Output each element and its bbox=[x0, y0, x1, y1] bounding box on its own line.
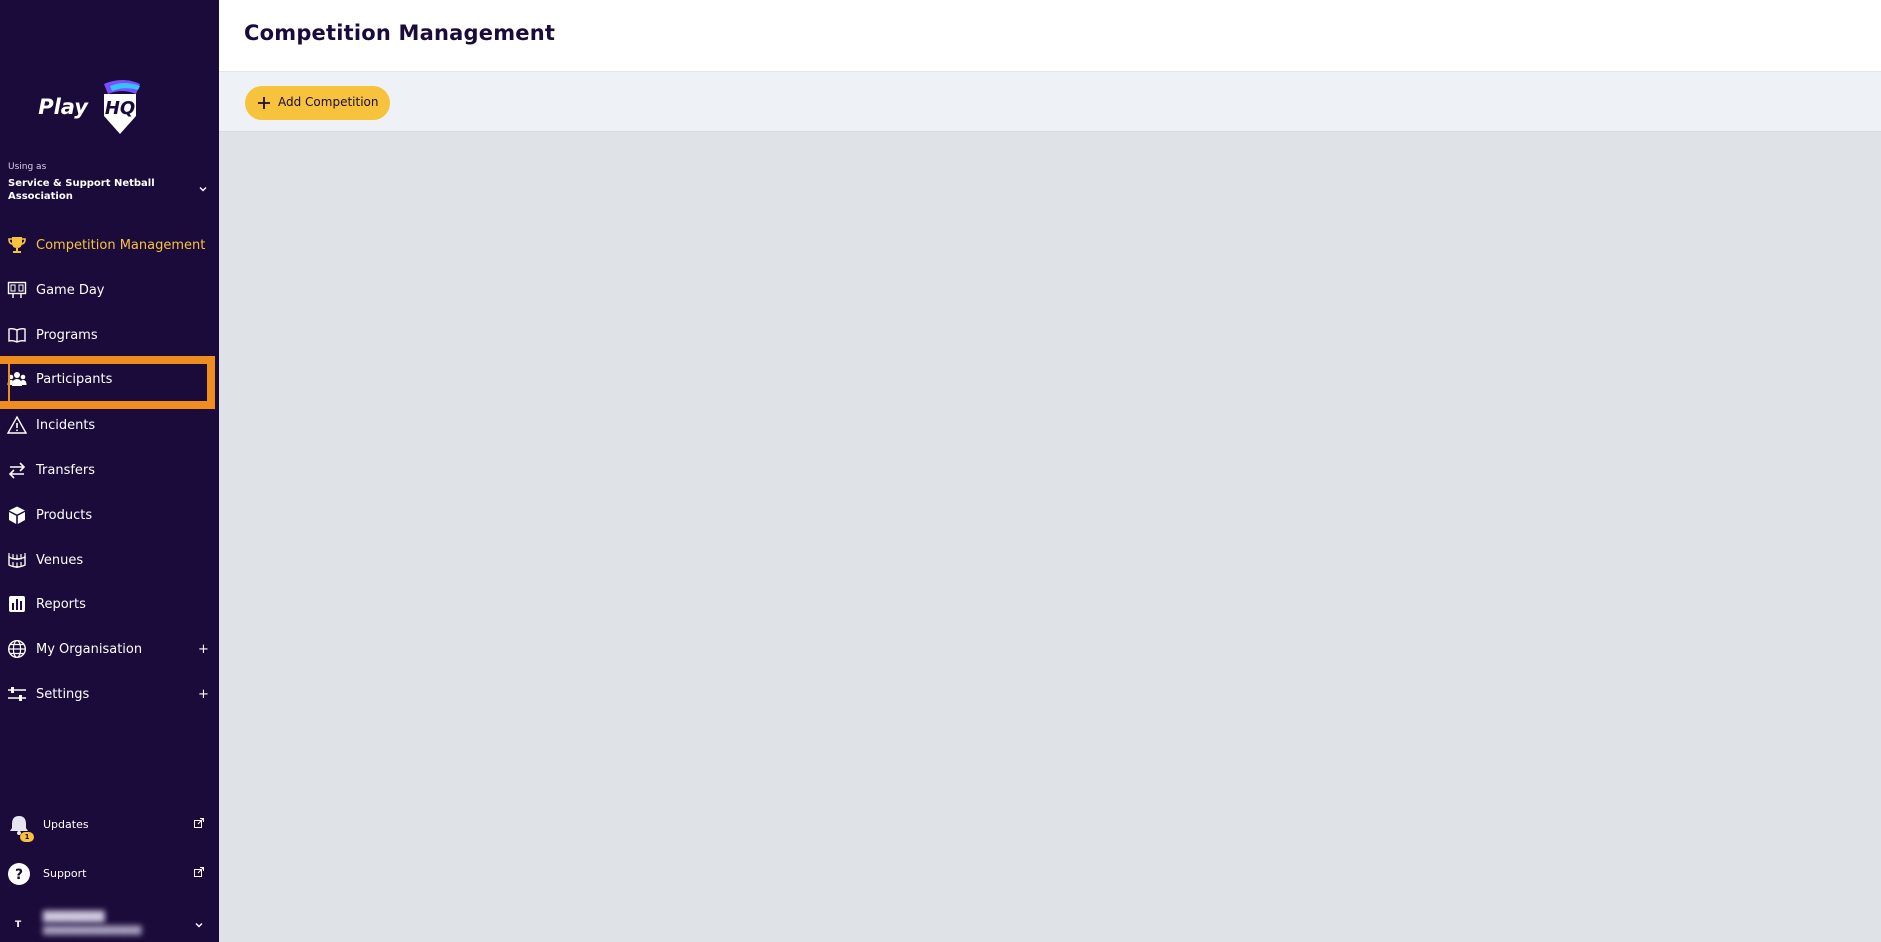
warning-icon bbox=[7, 415, 27, 435]
help-icon: ? bbox=[8, 863, 30, 885]
sidebar-item-programs[interactable]: Programs bbox=[0, 315, 219, 355]
sidebar-item-competition-management[interactable]: Competition Management bbox=[0, 225, 219, 265]
sidebar-item-transfers[interactable]: Transfers bbox=[0, 450, 219, 490]
add-competition-label: Add Competition bbox=[278, 95, 379, 109]
book-icon bbox=[7, 325, 27, 345]
sidebar-item-label: My Organisation bbox=[36, 641, 143, 657]
support-label: Support bbox=[43, 867, 87, 880]
sidebar-item-venues[interactable]: Venues bbox=[0, 540, 219, 580]
svg-text:?: ? bbox=[15, 867, 23, 883]
report-icon bbox=[7, 594, 27, 614]
user-name-redacted: ████████ bbox=[43, 912, 105, 923]
user-initial: T bbox=[15, 920, 22, 930]
playhq-logo[interactable]: Play HQ bbox=[36, 78, 160, 138]
scoreboard-icon bbox=[7, 280, 27, 300]
sidebar: Play HQ Using as Service & Support Netba… bbox=[0, 0, 219, 942]
sidebar-item-products[interactable]: Products bbox=[0, 495, 219, 535]
using-as-label: Using as bbox=[8, 162, 47, 172]
trophy-icon bbox=[7, 235, 27, 255]
organisation-name[interactable]: Service & Support Netball Association bbox=[8, 177, 178, 203]
sidebar-item-game-day[interactable]: Game Day bbox=[0, 270, 219, 310]
sidebar-item-incidents[interactable]: Incidents bbox=[0, 405, 219, 445]
expand-plus-icon[interactable]: + bbox=[198, 687, 209, 702]
transfer-arrows-icon bbox=[7, 460, 27, 480]
sidebar-item-label: Reports bbox=[36, 596, 86, 612]
sidebar-item-label: Products bbox=[36, 507, 93, 523]
sidebar-item-label: Settings bbox=[36, 686, 90, 702]
focus-highlight-inner bbox=[8, 364, 207, 401]
updates-link[interactable]: 1 Updates bbox=[0, 805, 219, 845]
page-title: Competition Management bbox=[244, 21, 556, 45]
sidebar-item-label: Transfers bbox=[36, 462, 96, 478]
main-content bbox=[219, 132, 1881, 942]
sliders-icon bbox=[7, 684, 27, 704]
external-link-icon bbox=[194, 818, 204, 828]
updates-badge: 1 bbox=[20, 832, 34, 842]
support-link[interactable]: ? Support bbox=[0, 854, 219, 894]
page-header: Competition Management bbox=[219, 0, 1881, 72]
external-link-icon bbox=[194, 867, 204, 877]
stadium-icon bbox=[7, 550, 27, 570]
logo-play-text: Play bbox=[38, 95, 89, 119]
chevron-down-icon[interactable] bbox=[198, 184, 208, 194]
add-competition-button[interactable]: Add Competition bbox=[245, 86, 390, 120]
sidebar-item-settings[interactable]: Settings + bbox=[0, 674, 219, 714]
logo-hq-text: HQ bbox=[105, 98, 135, 119]
sidebar-item-label: Competition Management bbox=[36, 237, 206, 253]
user-email-redacted: ████████████████ bbox=[43, 926, 142, 935]
user-menu[interactable]: T ████████ ████████████████ bbox=[0, 906, 219, 942]
chevron-down-icon[interactable] bbox=[194, 920, 204, 930]
box-icon bbox=[7, 505, 27, 525]
updates-label: Updates bbox=[43, 818, 89, 831]
toolbar: Add Competition bbox=[219, 72, 1881, 132]
sidebar-item-my-organisation[interactable]: My Organisation + bbox=[0, 629, 219, 669]
sidebar-item-reports[interactable]: Reports bbox=[0, 584, 219, 624]
sidebar-item-label: Game Day bbox=[36, 282, 105, 298]
sidebar-item-label: Programs bbox=[36, 327, 98, 343]
sidebar-item-label: Venues bbox=[36, 552, 84, 568]
expand-plus-icon[interactable]: + bbox=[198, 642, 209, 657]
globe-icon bbox=[7, 639, 27, 659]
sidebar-item-label: Incidents bbox=[36, 417, 96, 433]
plus-icon bbox=[258, 97, 270, 109]
